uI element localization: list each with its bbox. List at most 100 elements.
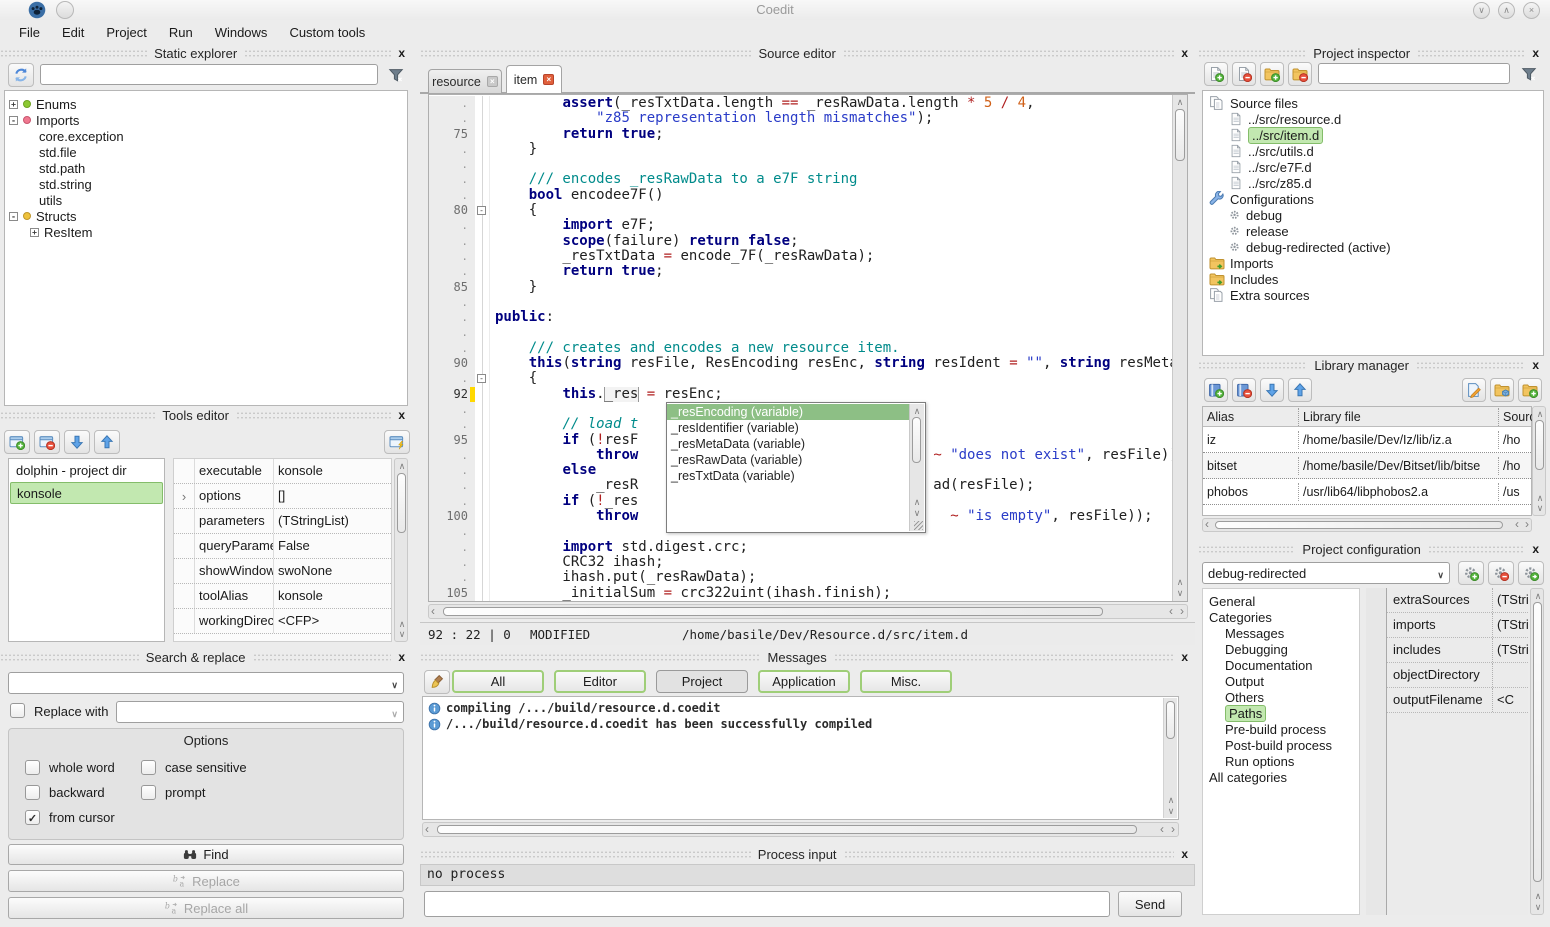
code-line[interactable]: .public: bbox=[429, 310, 1172, 325]
close-messages-icon[interactable] bbox=[1181, 650, 1188, 664]
code-line[interactable]: . return true; bbox=[429, 264, 1172, 279]
filter-misc-button[interactable]: Misc. bbox=[860, 670, 952, 693]
tree-node-src-z85-d[interactable]: ../src/z85.d bbox=[1205, 175, 1541, 191]
scroll-right-icon[interactable] bbox=[1525, 519, 1529, 530]
close-project-configuration-icon[interactable] bbox=[1532, 542, 1539, 556]
category-messages[interactable]: Messages bbox=[1205, 625, 1357, 641]
tree-node-std-string[interactable]: std.string bbox=[9, 176, 403, 192]
tree-node-core-exception[interactable]: core.exception bbox=[9, 128, 403, 144]
tree-node-source-files[interactable]: Source files bbox=[1205, 95, 1541, 111]
replace-button[interactable]: ba Replace bbox=[8, 870, 404, 892]
code-line[interactable]: 85 } bbox=[429, 280, 1172, 295]
category-others[interactable]: Others bbox=[1205, 689, 1357, 705]
category-paths[interactable]: Paths bbox=[1205, 705, 1357, 721]
code-line[interactable]: . import std.digest.crc; bbox=[429, 540, 1172, 555]
category-debugging[interactable]: Debugging bbox=[1205, 641, 1357, 657]
menu-run[interactable]: Run bbox=[160, 23, 202, 42]
scroll-left-icon[interactable] bbox=[1515, 519, 1519, 530]
scroll-left-icon[interactable] bbox=[425, 824, 429, 835]
scroll-up-icon[interactable] bbox=[1535, 409, 1545, 419]
tree-node-src-utils-d[interactable]: ../src/utils.d bbox=[1205, 143, 1541, 159]
maximize-button[interactable] bbox=[1498, 2, 1515, 19]
scrollbar-thumb[interactable] bbox=[1533, 602, 1542, 882]
move-library-down-button[interactable] bbox=[1260, 378, 1284, 402]
fold-margin[interactable] bbox=[475, 264, 490, 279]
tab-resource[interactable]: resource bbox=[428, 69, 502, 93]
tree-node-structs[interactable]: -Structs bbox=[9, 208, 403, 224]
config-property-row[interactable]: includes(TStringList) bbox=[1387, 638, 1528, 663]
scroll-up-icon[interactable] bbox=[1175, 577, 1185, 587]
tab-item[interactable]: item bbox=[506, 65, 562, 93]
add-source-button[interactable] bbox=[1204, 62, 1228, 86]
remove-library-button[interactable] bbox=[1232, 378, 1256, 402]
add-configuration-button[interactable] bbox=[1458, 561, 1484, 585]
checkbox-prompt[interactable]: prompt bbox=[141, 785, 403, 800]
category-general[interactable]: General bbox=[1205, 593, 1357, 609]
scroll-up-icon[interactable] bbox=[1533, 891, 1543, 901]
clear-project-filter-button[interactable] bbox=[1516, 62, 1542, 86]
resize-grip[interactable] bbox=[914, 521, 923, 530]
column-header-sources[interactable]: Sources bbox=[1499, 408, 1533, 426]
tree-node-release[interactable]: release bbox=[1205, 223, 1541, 239]
tool-item-dolphin-project-dir[interactable]: dolphin - project dir bbox=[10, 460, 163, 482]
fold-margin[interactable] bbox=[475, 387, 490, 402]
checkbox-backward[interactable]: backward bbox=[25, 785, 141, 800]
filter-project-button[interactable]: Project bbox=[656, 670, 748, 693]
code-line[interactable]: . ihash.put(_resRawData); bbox=[429, 570, 1172, 585]
clear-filter-button[interactable] bbox=[384, 63, 408, 87]
fold-margin[interactable] bbox=[475, 448, 490, 463]
scrollbar-thumb[interactable] bbox=[1166, 701, 1175, 739]
checkbox-box[interactable] bbox=[141, 785, 156, 800]
property-value[interactable]: <CFP> bbox=[274, 609, 391, 633]
scroll-up-icon[interactable] bbox=[397, 619, 407, 629]
remove-folder-button[interactable] bbox=[1288, 62, 1312, 86]
fold-margin[interactable] bbox=[475, 325, 490, 340]
remove-tool-button[interactable] bbox=[34, 430, 60, 454]
library-row-iz[interactable]: iz/home/basile/Dev/Iz/lib/iz.a/ho bbox=[1203, 427, 1531, 453]
scroll-down-icon[interactable] bbox=[397, 629, 407, 639]
checkbox-case-sensitive[interactable]: case sensitive bbox=[141, 760, 403, 775]
scroll-down-icon[interactable] bbox=[1175, 588, 1185, 598]
scroll-down-icon[interactable] bbox=[912, 508, 922, 518]
completion-item[interactable]: _resMetaData (variable) bbox=[667, 436, 909, 452]
find-button[interactable]: Find bbox=[8, 844, 404, 865]
property-value[interactable]: (TStringList) bbox=[1493, 588, 1528, 612]
code-line[interactable]: 80- { bbox=[429, 203, 1172, 218]
filter-editor-button[interactable]: Editor bbox=[554, 670, 646, 693]
tree-node-std-file[interactable]: std.file bbox=[9, 144, 403, 160]
tree-node-src-resource-d[interactable]: ../src/resource.d bbox=[1205, 111, 1541, 127]
scroll-up-icon[interactable] bbox=[1166, 795, 1176, 805]
tool-property-row[interactable]: executablekonsole bbox=[174, 459, 391, 484]
category-categories[interactable]: Categories bbox=[1205, 609, 1357, 625]
remove-configuration-button[interactable] bbox=[1488, 561, 1514, 585]
move-tool-down-button[interactable] bbox=[64, 430, 90, 454]
fold-margin[interactable] bbox=[475, 111, 490, 126]
library-row-phobos[interactable]: phobos/usr/lib64/libphobos2.a/us bbox=[1203, 479, 1531, 505]
property-value[interactable]: (TStringList) bbox=[274, 509, 391, 533]
property-value[interactable]: False bbox=[274, 534, 391, 558]
scroll-up-icon[interactable] bbox=[912, 497, 922, 507]
category-post-build-process[interactable]: Post-build process bbox=[1205, 737, 1357, 753]
category-all-categories[interactable]: All categories bbox=[1205, 769, 1357, 785]
fold-margin[interactable] bbox=[475, 310, 490, 325]
tool-property-row[interactable]: toolAliaskonsole bbox=[174, 584, 391, 609]
fold-margin[interactable] bbox=[475, 570, 490, 585]
scrollbar-thumb[interactable] bbox=[443, 607, 1103, 616]
tree-node-enums[interactable]: +Enums bbox=[9, 96, 403, 112]
fold-margin[interactable] bbox=[475, 249, 490, 264]
scrollbar-thumb[interactable] bbox=[437, 825, 1137, 834]
fold-margin[interactable] bbox=[475, 494, 490, 509]
add-library-button[interactable] bbox=[1204, 378, 1228, 402]
replace-with-checkbox[interactable] bbox=[10, 703, 25, 718]
scrollbar-thumb[interactable] bbox=[912, 417, 921, 463]
filter-all-button[interactable]: All bbox=[452, 670, 544, 693]
message-item[interactable]: compiling /.../build/resource.d.coedit bbox=[425, 700, 1176, 716]
fold-margin[interactable] bbox=[475, 402, 490, 417]
scroll-up-icon[interactable] bbox=[1533, 591, 1543, 601]
fold-margin[interactable] bbox=[475, 188, 490, 203]
fold-margin[interactable] bbox=[475, 356, 490, 371]
tree-node-std-path[interactable]: std.path bbox=[9, 160, 403, 176]
expand-toggle-icon[interactable]: - bbox=[9, 116, 18, 125]
close-tab-icon[interactable] bbox=[487, 76, 498, 87]
scroll-left-icon[interactable] bbox=[431, 606, 435, 617]
